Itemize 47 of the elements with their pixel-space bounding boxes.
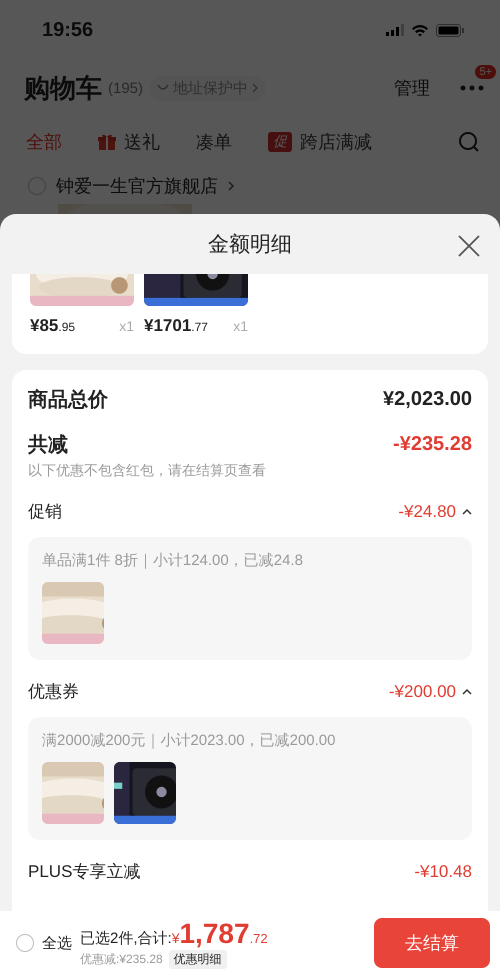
- promotion-detail: 满2000减200元｜小计2023.00，已减200.00: [42, 731, 336, 750]
- manage-link[interactable]: 管理: [394, 76, 430, 100]
- store-name[interactable]: 钟爱一生官方旗舰店: [56, 174, 218, 198]
- total-value: ¥2,023.00: [383, 388, 472, 411]
- select-all-checkbox[interactable]: [16, 934, 34, 952]
- section-value: -¥24.80: [398, 502, 456, 522]
- caret-up-icon[interactable]: [462, 688, 472, 695]
- battery-icon: [436, 24, 464, 36]
- filter-tab[interactable]: 送礼: [98, 130, 160, 154]
- saved-amount: 优惠减:¥235.28: [80, 950, 163, 968]
- promotion-detail: 单品满1件 8折｜小计124.00，已减24.8: [42, 551, 304, 570]
- gift-icon: [98, 133, 116, 151]
- discount-note: 以下优惠不包含红包，请在结算页查看: [28, 462, 267, 480]
- filter-tab[interactable]: 凑单: [196, 130, 232, 154]
- section-value: -¥10.48: [414, 862, 472, 882]
- select-all-label[interactable]: 全选: [42, 934, 72, 952]
- total-label: 商品总价: [28, 388, 108, 413]
- chevron-right-icon: [228, 181, 234, 191]
- status-time: 19:56: [42, 18, 94, 42]
- section-value: -¥200.00: [388, 682, 456, 702]
- close-icon[interactable]: [458, 235, 480, 257]
- notification-badge: 5+: [475, 65, 496, 79]
- item-quantity: x1: [233, 318, 248, 334]
- chevron-right-icon: [252, 83, 258, 93]
- wifi-icon: [411, 24, 429, 36]
- section-label: PLUS专享立减: [28, 861, 140, 883]
- signal-icon: [386, 24, 404, 36]
- section-label: 优惠券: [28, 681, 79, 703]
- search-icon[interactable]: [458, 131, 480, 153]
- selected-summary: 已选2件,合计:: [80, 928, 172, 948]
- discount-label: 共减: [28, 433, 68, 458]
- promo-tag: 促: [268, 132, 292, 152]
- checkout-button[interactable]: 去结算: [374, 918, 490, 968]
- smile-icon: [157, 84, 170, 92]
- item-quantity: x1: [119, 318, 134, 334]
- total-amount: ¥1,787.72: [172, 918, 268, 950]
- section-label: 促销: [28, 501, 62, 523]
- more-icon[interactable]: [460, 85, 484, 91]
- discount-detail-button[interactable]: 优惠明细: [168, 950, 227, 968]
- sheet-title: 金额明细: [208, 232, 292, 258]
- filter-tab[interactable]: 全部: [26, 130, 62, 154]
- caret-up-icon[interactable]: [462, 508, 472, 515]
- filter-tab[interactable]: 促 跨店满减: [268, 130, 372, 154]
- discount-value: -¥235.28: [393, 433, 472, 456]
- page-title: 购物车: [24, 72, 102, 104]
- item-price: ¥1701.77: [144, 316, 208, 336]
- item-price: ¥85.95: [30, 316, 76, 336]
